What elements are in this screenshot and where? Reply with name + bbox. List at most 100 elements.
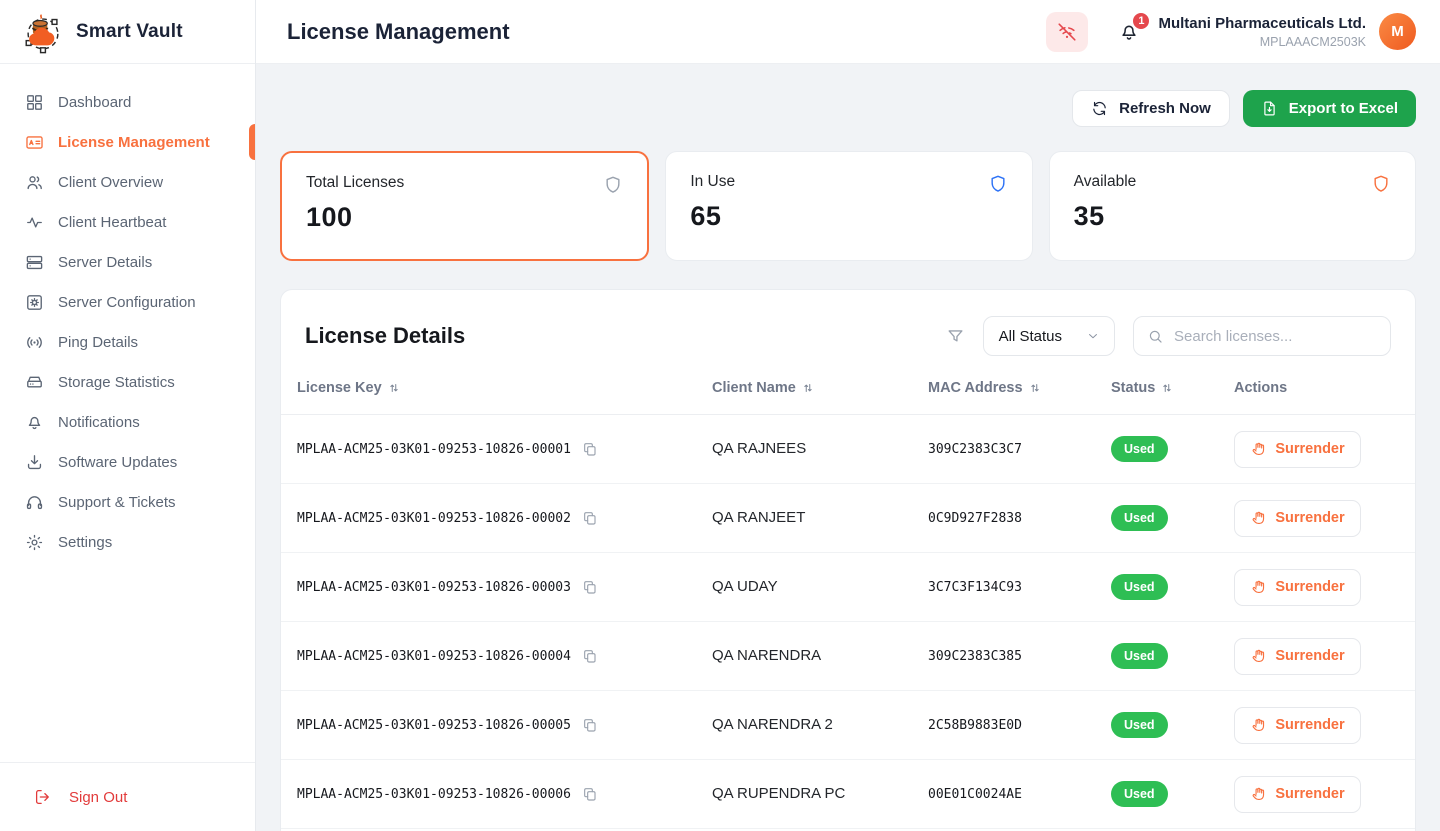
- mac-address: 309C2383C385: [928, 649, 1022, 664]
- filter-funnel-icon[interactable]: [946, 327, 965, 346]
- sidebar-item-label: Storage Statistics: [58, 374, 175, 391]
- license-card-icon: [25, 133, 44, 152]
- sort-icon: [801, 381, 815, 395]
- top-bar-right: 1 Multani Pharmaceuticals Ltd. MPLAAACM2…: [1046, 12, 1416, 52]
- sign-out-label: Sign Out: [69, 789, 127, 806]
- table-row: MPLAA-ACM25-03K01-09253-10826-00002 QA RA…: [281, 484, 1415, 553]
- status-filter-value: All Status: [999, 328, 1062, 345]
- client-name: QA RANJEET: [712, 509, 805, 526]
- sidebar-item-software-updates[interactable]: Software Updates: [0, 442, 255, 482]
- license-key: MPLAA-ACM25-03K01-09253-10826-00005: [297, 718, 571, 733]
- mac-address: 2C58B9883E0D: [928, 718, 1022, 733]
- surrender-button[interactable]: Surrender: [1234, 776, 1361, 813]
- status-filter-select[interactable]: All Status: [983, 316, 1115, 356]
- sidebar-item-ping-details[interactable]: Ping Details: [0, 322, 255, 362]
- surrender-button[interactable]: Surrender: [1234, 431, 1361, 468]
- sidebar-item-settings[interactable]: Settings: [0, 522, 255, 562]
- column-license-key[interactable]: License Key: [281, 376, 696, 415]
- sign-out-button[interactable]: Sign Out: [0, 762, 255, 831]
- surrender-button[interactable]: Surrender: [1234, 500, 1361, 537]
- bell-icon: [25, 413, 44, 432]
- client-name: QA RAJNEES: [712, 440, 806, 457]
- surrender-label: Surrender: [1275, 510, 1344, 526]
- sidebar-item-support-tickets[interactable]: Support & Tickets: [0, 482, 255, 522]
- search-input[interactable]: [1174, 328, 1377, 345]
- content: Refresh Now Export to Excel Total Licens…: [256, 64, 1440, 831]
- table-title: License Details: [305, 323, 465, 349]
- hand-icon: [1250, 579, 1266, 595]
- connection-status-button[interactable]: [1046, 12, 1088, 52]
- main-area: License Management 1 Multani Pharmaceuti…: [256, 0, 1440, 831]
- notifications-button[interactable]: 1: [1118, 21, 1140, 43]
- copy-icon[interactable]: [582, 441, 598, 457]
- sidebar-item-client-heartbeat[interactable]: Client Heartbeat: [0, 202, 255, 242]
- license-key: MPLAA-ACM25-03K01-09253-10826-00006: [297, 787, 571, 802]
- smart-vault-logo-icon: [20, 9, 66, 55]
- client-name: QA RUPENDRA PC: [712, 785, 845, 802]
- actions-row: Refresh Now Export to Excel: [280, 90, 1416, 127]
- hand-icon: [1250, 717, 1266, 733]
- table-row: MPLAA-ACM25-03K01-09253-10826-00001QA RA…: [281, 415, 1415, 484]
- shield-icon: [1371, 173, 1391, 195]
- table-row: MPLAA-ACM25-03K01-09253-10826-00006 QA RU…: [281, 760, 1415, 829]
- sort-icon: [1028, 381, 1042, 395]
- excel-file-icon: [1261, 100, 1278, 117]
- surrender-button[interactable]: Surrender: [1234, 707, 1361, 744]
- stat-card-total-licenses[interactable]: Total Licenses 100: [280, 151, 649, 261]
- brand-header: Smart Vault: [0, 0, 255, 64]
- sidebar-item-label: License Management: [58, 134, 210, 151]
- shield-icon: [988, 173, 1008, 195]
- license-key: MPLAA-ACM25-03K01-09253-10826-00003: [297, 580, 571, 595]
- status-badge: Used: [1111, 643, 1168, 669]
- sidebar-item-license-management[interactable]: License Management: [0, 122, 255, 162]
- company-name: Multani Pharmaceuticals Ltd.: [1158, 15, 1366, 32]
- refresh-now-button[interactable]: Refresh Now: [1072, 90, 1230, 127]
- copy-icon[interactable]: [582, 510, 598, 526]
- surrender-button[interactable]: Surrender: [1234, 638, 1361, 675]
- search-icon: [1147, 328, 1164, 345]
- copy-icon[interactable]: [582, 717, 598, 733]
- sidebar-item-label: Settings: [58, 534, 112, 551]
- column-mac-address[interactable]: MAC Address: [912, 376, 1095, 415]
- status-badge: Used: [1111, 712, 1168, 738]
- stat-card-in-use[interactable]: In Use 65: [665, 151, 1032, 261]
- surrender-label: Surrender: [1275, 717, 1344, 733]
- brand-name: Smart Vault: [76, 21, 183, 43]
- download-icon: [25, 453, 44, 472]
- license-key: MPLAA-ACM25-03K01-09253-10826-00002: [297, 511, 571, 526]
- status-badge: Used: [1111, 781, 1168, 807]
- copy-icon[interactable]: [582, 579, 598, 595]
- stat-label: Available: [1074, 173, 1391, 191]
- company-info: Multani Pharmaceuticals Ltd. MPLAAACM250…: [1158, 15, 1366, 49]
- stat-value: 65: [690, 201, 1007, 232]
- sidebar-item-client-overview[interactable]: Client Overview: [0, 162, 255, 202]
- stat-card-available[interactable]: Available 35: [1049, 151, 1416, 261]
- sidebar-item-storage-statistics[interactable]: Storage Statistics: [0, 362, 255, 402]
- shield-icon: [603, 174, 623, 196]
- mac-address: 00E01C0024AE: [928, 787, 1022, 802]
- mac-address: 0C9D927F2838: [928, 511, 1022, 526]
- column-status[interactable]: Status: [1095, 376, 1218, 415]
- stat-label: In Use: [690, 173, 1007, 191]
- copy-icon[interactable]: [582, 648, 598, 664]
- gear-icon: [25, 533, 44, 552]
- client-name: QA UDAY: [712, 578, 778, 595]
- wifi-off-icon: [1056, 21, 1078, 43]
- sidebar-item-server-configuration[interactable]: Server Configuration: [0, 282, 255, 322]
- avatar[interactable]: M: [1379, 13, 1416, 50]
- table-header: License Details All Status: [281, 290, 1415, 376]
- headset-icon: [25, 493, 44, 512]
- sidebar-item-server-details[interactable]: Server Details: [0, 242, 255, 282]
- table-row: MPLAA-ACM25-03K01-09253-10826-00005QA NA…: [281, 691, 1415, 760]
- chevron-down-icon: [1086, 329, 1100, 343]
- ping-icon: [25, 333, 44, 352]
- export-to-excel-button[interactable]: Export to Excel: [1243, 90, 1416, 127]
- surrender-button[interactable]: Surrender: [1234, 569, 1361, 606]
- hand-icon: [1250, 648, 1266, 664]
- sidebar-item-dashboard[interactable]: Dashboard: [0, 82, 255, 122]
- column-client-name[interactable]: Client Name: [696, 376, 912, 415]
- copy-icon[interactable]: [582, 786, 598, 802]
- sidebar-item-notifications[interactable]: Notifications: [0, 402, 255, 442]
- sidebar-item-label: Server Details: [58, 254, 152, 271]
- table-controls: All Status: [946, 316, 1391, 356]
